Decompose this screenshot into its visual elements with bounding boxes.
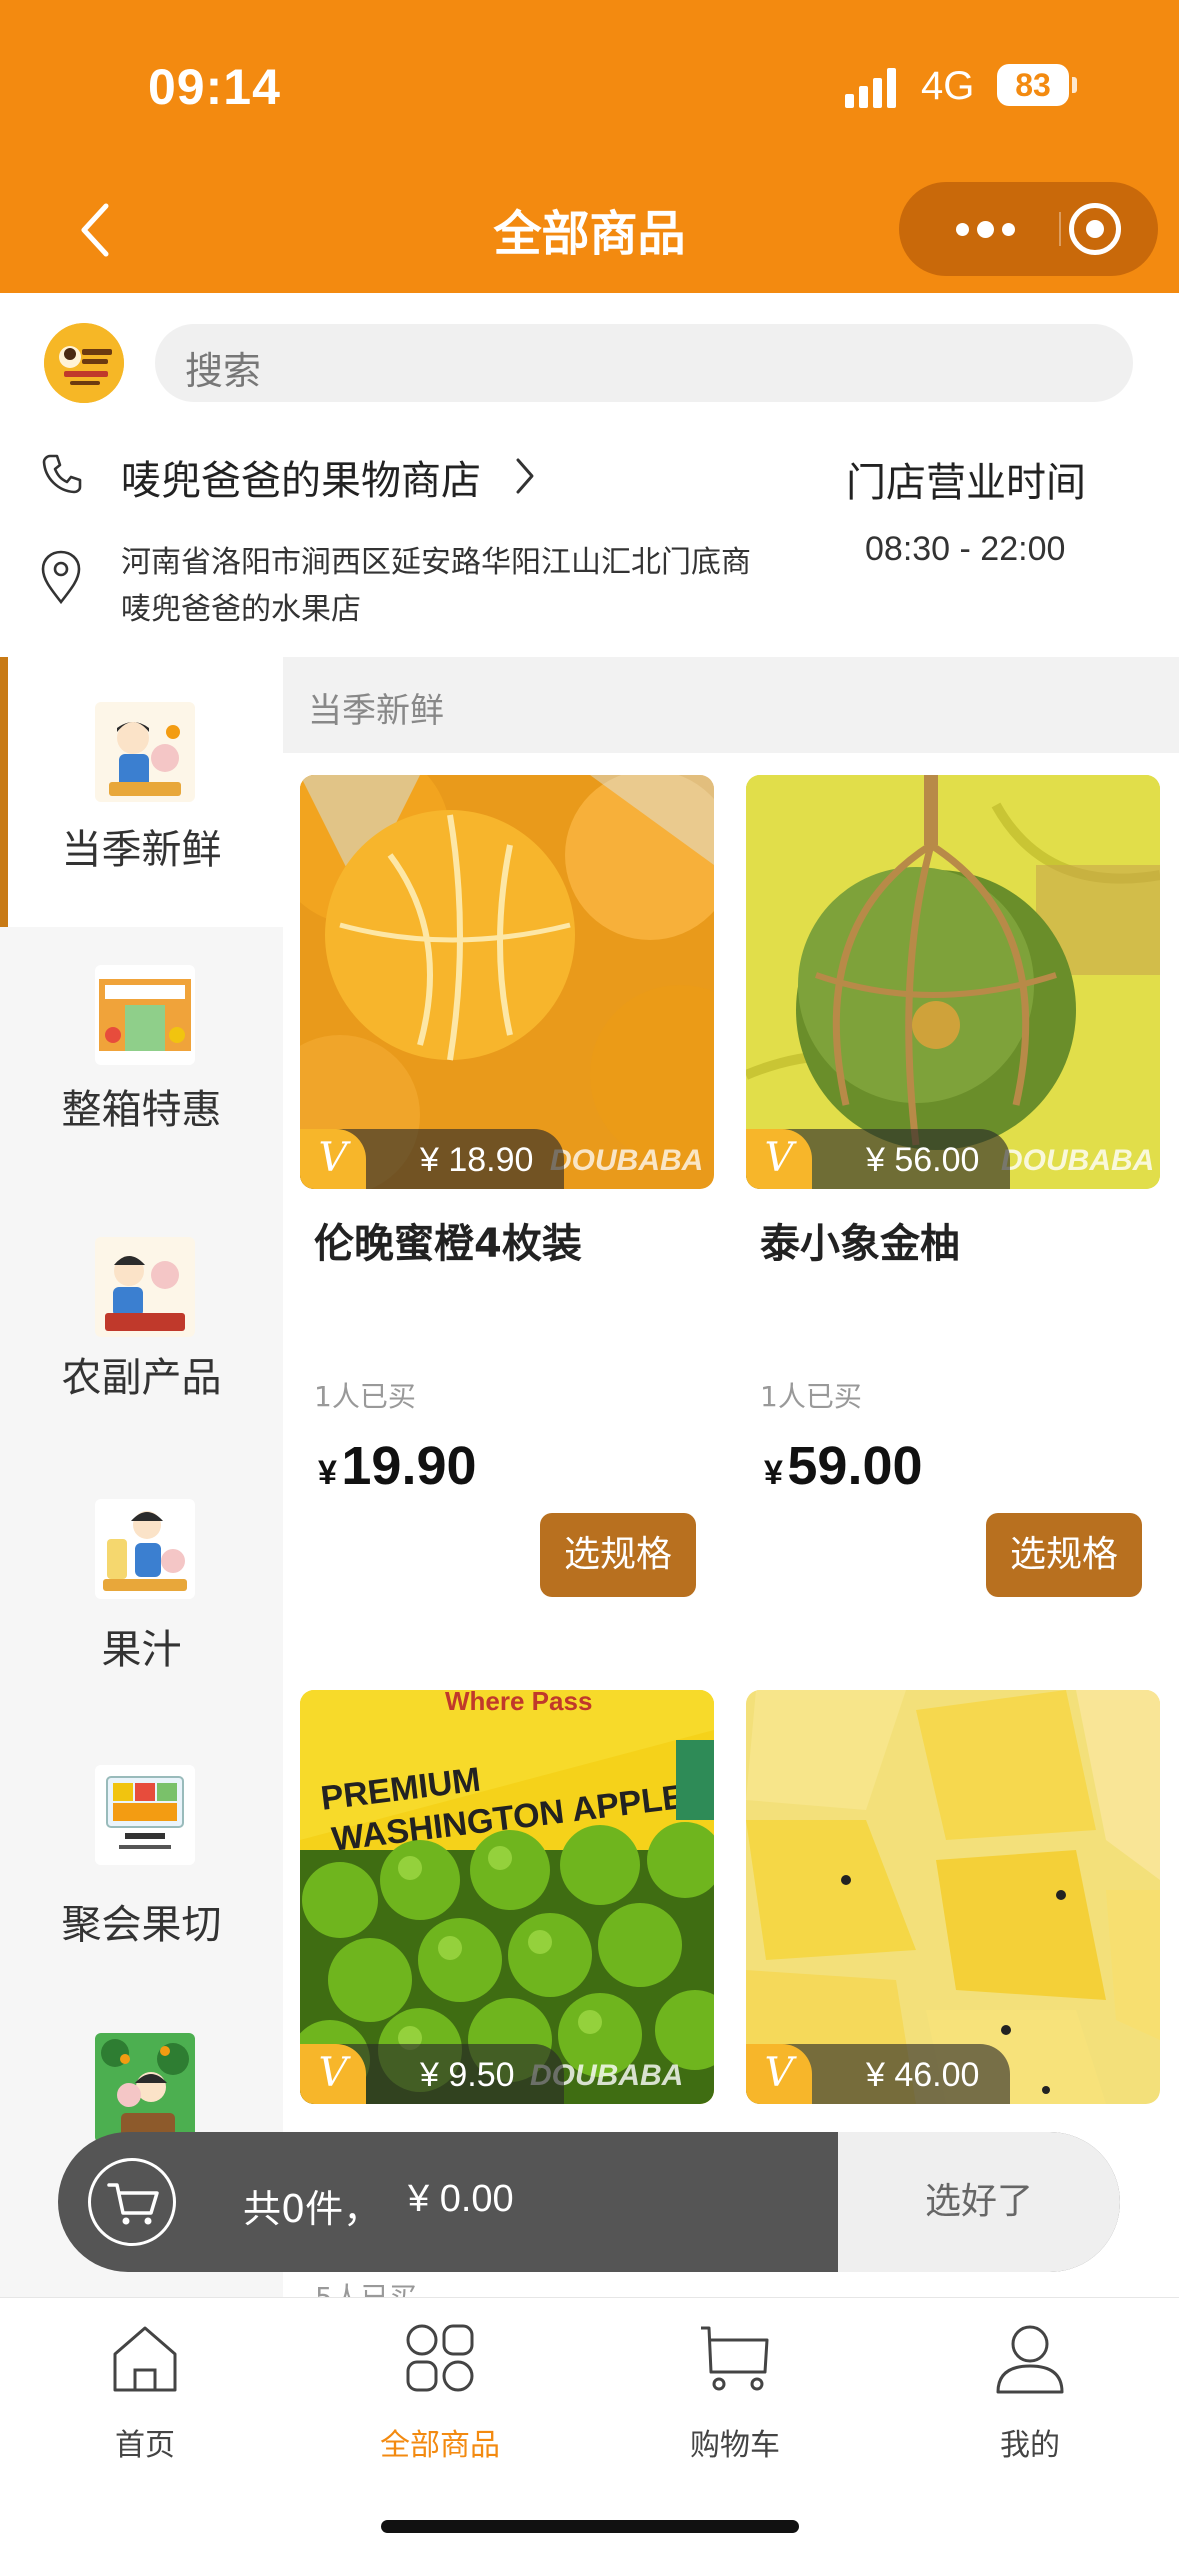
sidebar-item-box-deals[interactable]: 整箱特惠: [0, 927, 283, 1197]
search-placeholder: 搜索: [185, 349, 262, 393]
sidebar-item-party-fruit[interactable]: 聚会果切: [0, 1737, 283, 2007]
product-image[interactable]: DOUBABA V ¥ 18.90: [300, 775, 714, 1189]
battery-level: 83: [1015, 66, 1051, 103]
product-image[interactable]: V ¥ 46.00: [746, 1690, 1160, 2104]
price-currency: ¥: [764, 1454, 783, 1492]
tab-all-products[interactable]: 全部商品: [340, 2318, 540, 2464]
vip-price: ¥ 18.90: [420, 1141, 534, 1179]
tab-cart[interactable]: 购物车: [635, 2318, 835, 2464]
shop-address: 河南省洛阳市涧西区延安路华阳江山汇北门底商唛兜爸爸的水果店: [121, 545, 751, 627]
sidebar-item-label: 农副产品: [61, 1355, 222, 1401]
vip-price-tag: V ¥ 18.90: [300, 1129, 564, 1189]
product-sold-count: 1人已买: [760, 1380, 862, 1413]
active-indicator: [0, 657, 8, 927]
vip-price-tag: V ¥ 46.00: [746, 2044, 1010, 2104]
select-spec-button[interactable]: 选规格: [540, 1513, 696, 1597]
select-spec-button[interactable]: 选规格: [986, 1513, 1142, 1597]
category-thumb: [95, 1765, 195, 1865]
image-text: Where Pass: [445, 1690, 592, 1716]
sidebar-item-seasonal[interactable]: 当季新鲜: [0, 657, 283, 927]
signal-icon: [845, 66, 905, 108]
battery-icon: 83: [997, 64, 1069, 106]
more-icon[interactable]: [935, 182, 1035, 276]
section-header: 当季新鲜: [283, 657, 1179, 753]
vip-price-tag: V ¥ 56.00: [746, 1129, 1010, 1189]
cart-bar: 共0件， ¥ 0.00 选好了: [58, 2132, 1120, 2272]
search-input[interactable]: 搜索: [155, 324, 1133, 402]
hours-label: 门店营业时间: [846, 460, 1086, 506]
sidebar-item-label: 聚会果切: [61, 1902, 222, 1948]
price-amount: 59.00: [787, 1436, 923, 1496]
tab-label: 购物车: [690, 2428, 780, 2463]
bottom-tab-bar: 首页 全部商品 购物车 我的: [0, 2297, 1179, 2557]
category-thumb: [95, 702, 195, 802]
tab-label: 首页: [115, 2428, 175, 2463]
user-icon: [996, 2325, 1064, 2394]
battery-tip: [1072, 77, 1077, 93]
status-time: 09:14: [148, 59, 281, 115]
cart-item-count: 共0件，: [243, 2187, 382, 2231]
home-indicator: [381, 2520, 799, 2533]
shop-name-link[interactable]: 唛兜爸爸的果物商店: [121, 448, 481, 506]
mini-program-capsule: [899, 182, 1158, 276]
product-sold-count: 1人已买: [314, 1380, 416, 1413]
tab-me[interactable]: 我的: [930, 2318, 1130, 2464]
vip-badge: V: [746, 1129, 812, 1189]
vip-badge: V: [746, 2044, 812, 2104]
section-title: 当季新鲜: [308, 691, 444, 731]
cart-total: ¥ 0.00: [408, 2178, 514, 2220]
category-thumb: [95, 1237, 195, 1337]
target-dot: [1086, 220, 1104, 238]
network-label: 4G: [921, 64, 975, 108]
vip-price-tag: V ¥ 9.50: [300, 2044, 564, 2104]
chevron-right-icon[interactable]: [514, 456, 536, 496]
tab-label: 全部商品: [380, 2428, 500, 2463]
product-image[interactable]: Where Pass PREMIUM WASHINGTON APPLES DOU…: [300, 1690, 714, 2104]
price-amount: 19.90: [341, 1436, 477, 1496]
product-title[interactable]: 伦晚蜜橙4枚装: [314, 1211, 582, 1269]
category-thumb: [95, 1499, 195, 1599]
capsule-divider: [1059, 212, 1061, 246]
sidebar-item-label: 当季新鲜: [61, 827, 222, 873]
shop-logo: [44, 323, 124, 403]
category-thumb: [95, 2033, 195, 2143]
location-pin-icon: [41, 550, 81, 605]
price-currency: ¥: [318, 1454, 337, 1492]
tab-label: 我的: [1000, 2428, 1060, 2463]
watermark-text: DOUBABA: [1001, 1144, 1154, 1177]
cart-button[interactable]: [88, 2158, 176, 2246]
category-thumb: [95, 965, 195, 1065]
cart-icon: [701, 2326, 769, 2391]
sidebar-item-farm-products[interactable]: 农副产品: [0, 1197, 283, 1467]
vip-price: ¥ 9.50: [420, 2056, 515, 2094]
hours-value: 08:30 - 22:00: [865, 530, 1066, 568]
sidebar-item-juice[interactable]: 果汁: [0, 1467, 283, 1737]
grid-icon: [406, 2324, 474, 2392]
category-sidebar: 当季新鲜 整箱特惠 农副产品 果汁 聚会果切: [0, 657, 283, 2297]
sidebar-item-label: 果汁: [101, 1627, 182, 1673]
vip-badge: V: [300, 2044, 366, 2104]
product-price: ¥ 19.90: [318, 1435, 477, 1497]
phone-icon[interactable]: [40, 452, 84, 496]
home-icon: [113, 2326, 177, 2392]
vip-price: ¥ 56.00: [866, 1141, 980, 1179]
sidebar-item-label: 整箱特惠: [61, 1087, 222, 1133]
vip-price: ¥ 46.00: [866, 2056, 980, 2094]
tab-home[interactable]: 首页: [45, 2318, 245, 2464]
vip-badge: V: [300, 1129, 366, 1189]
product-image[interactable]: DOUBABA V ¥ 56.00: [746, 775, 1160, 1189]
product-price: ¥ 59.00: [764, 1435, 923, 1497]
top-header: 09:14 4G 83 全部商品: [0, 0, 1179, 293]
watermark-text: DOUBABA: [550, 1144, 703, 1177]
checkout-button[interactable]: 选好了: [838, 2132, 1120, 2272]
product-title[interactable]: 泰小象金柚: [760, 1211, 960, 1269]
